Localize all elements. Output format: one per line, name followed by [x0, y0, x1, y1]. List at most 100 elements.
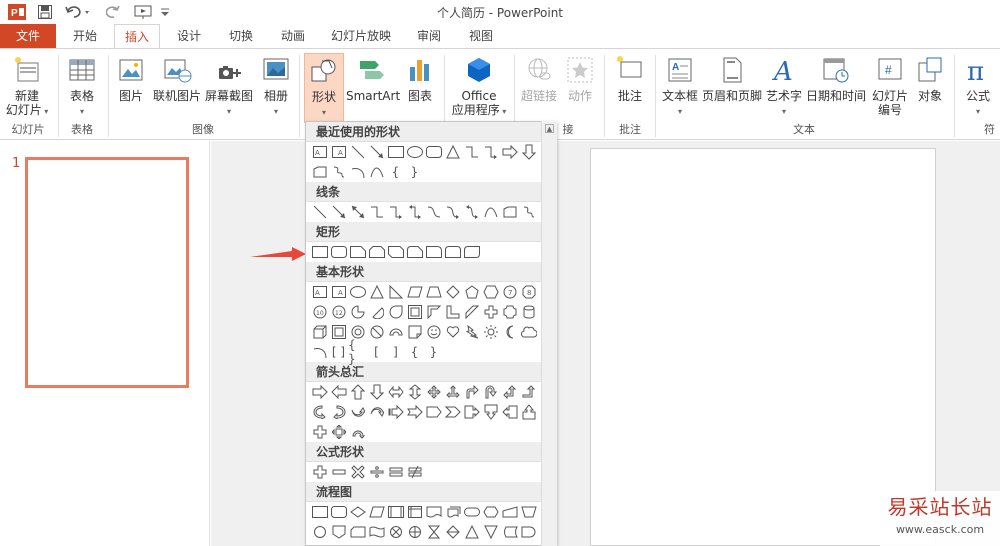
manual-input-shape-icon[interactable] — [500, 503, 519, 521]
double-arrow-line-shape-icon[interactable] — [348, 203, 367, 221]
frame-shape-icon[interactable] — [405, 303, 424, 321]
left-up-arrow-shape-icon[interactable] — [500, 383, 519, 401]
curved-arrow-connector-shape-icon[interactable] — [443, 203, 462, 221]
document-shape-icon[interactable] — [424, 503, 443, 521]
curved-down-arrow-shape-icon[interactable] — [367, 403, 386, 421]
merge-shape-icon[interactable] — [481, 523, 500, 541]
punched-tape-shape-icon[interactable] — [367, 523, 386, 541]
rectangle-shape-icon[interactable] — [386, 143, 405, 161]
connector-shape-icon[interactable] — [310, 523, 329, 541]
textbox-shape-icon[interactable]: A — [310, 143, 329, 161]
up-arrow-shape-icon[interactable] — [348, 383, 367, 401]
hyperlink-button[interactable]: 超链接 — [518, 53, 560, 123]
round-same-side-rectangle-shape-icon[interactable] — [443, 243, 462, 261]
tab-insert[interactable]: 插入 — [114, 24, 160, 49]
block-arc-shape-icon[interactable] — [386, 323, 405, 341]
chart-button[interactable]: 图表 — [402, 53, 438, 123]
left-right-arrow-shape-icon[interactable] — [386, 383, 405, 401]
round-single-corner-rectangle-shape-icon[interactable] — [424, 243, 443, 261]
tab-view[interactable]: 视图 — [458, 24, 504, 48]
scribble-shape-icon[interactable] — [519, 203, 538, 221]
freeform-shape-icon[interactable] — [329, 163, 348, 181]
right-triangle-shape-icon[interactable] — [386, 283, 405, 301]
triangle-shape-icon[interactable] — [443, 143, 462, 161]
plus-shape-icon[interactable] — [310, 463, 329, 481]
pentagon-arrow-shape-icon[interactable] — [424, 403, 443, 421]
left-brace-shape-icon[interactable]: { — [405, 343, 424, 361]
freeform-shape-icon[interactable] — [500, 203, 519, 221]
rounded-rectangle-shape-icon[interactable] — [329, 243, 348, 261]
cross-shape-icon[interactable] — [481, 303, 500, 321]
right-brace-shape-icon[interactable]: } — [405, 163, 424, 181]
curved-double-arrow-shape-icon[interactable] — [462, 203, 481, 221]
online-picture-button[interactable]: 联机图片 — [152, 53, 202, 123]
extract-shape-icon[interactable] — [462, 523, 481, 541]
quad-arrow-shape-icon[interactable] — [424, 383, 443, 401]
round-diagonal-rectangle-shape-icon[interactable] — [462, 243, 481, 261]
down-arrow-shape-icon[interactable] — [367, 383, 386, 401]
action-button[interactable]: 动作 — [562, 53, 598, 123]
comment-button[interactable]: 批注 — [610, 53, 650, 123]
minus-shape-icon[interactable] — [329, 463, 348, 481]
screenshot-button[interactable]: 屏幕截图 ▾ — [204, 53, 254, 123]
notched-right-arrow-shape-icon[interactable] — [405, 403, 424, 421]
pentagon-shape-icon[interactable] — [462, 283, 481, 301]
double-brace-shape-icon[interactable]: { } — [348, 338, 367, 366]
data-shape-icon[interactable] — [367, 503, 386, 521]
line-shape-icon[interactable] — [348, 143, 367, 161]
multiply-shape-icon[interactable] — [348, 463, 367, 481]
right-arrow-shape-icon[interactable] — [500, 143, 519, 161]
current-slide[interactable] — [590, 148, 936, 546]
vertical-textbox-shape-icon[interactable]: A — [329, 283, 348, 301]
tab-review[interactable]: 审阅 — [406, 24, 452, 48]
summing-junction-shape-icon[interactable] — [386, 523, 405, 541]
smartart-button[interactable]: SmartArt — [346, 53, 400, 123]
manual-operation-shape-icon[interactable] — [519, 503, 538, 521]
cube-shape-icon[interactable] — [310, 323, 329, 341]
moon-shape-icon[interactable] — [500, 323, 519, 341]
predefined-process-shape-icon[interactable] — [386, 503, 405, 521]
double-bracket-shape-icon[interactable]: [ ] — [329, 343, 348, 361]
header-footer-button[interactable]: 页眉和页脚 — [700, 53, 764, 123]
slide-number-button[interactable]: # 幻灯片 编号 — [868, 53, 912, 123]
snip-round-rectangle-shape-icon[interactable] — [405, 243, 424, 261]
elbow-connector-shape-icon[interactable] — [367, 203, 386, 221]
decagon-shape-icon[interactable]: 10 — [310, 303, 329, 321]
shapes-button[interactable]: 形状 ▾ — [304, 53, 344, 123]
vertical-textbox-shape-icon[interactable]: A — [329, 143, 348, 161]
oval-shape-icon[interactable] — [348, 283, 367, 301]
circular-arrow-shape-icon[interactable] — [348, 423, 367, 441]
off-page-connector-shape-icon[interactable] — [329, 523, 348, 541]
new-slide-button[interactable]: 新建 幻灯片 ▾ — [2, 53, 52, 123]
terminator-shape-icon[interactable] — [462, 503, 481, 521]
bevel-shape-icon[interactable] — [329, 323, 348, 341]
u-turn-arrow-shape-icon[interactable] — [481, 383, 500, 401]
dodecagon-shape-icon[interactable]: 12 — [329, 303, 348, 321]
diamond-shape-icon[interactable] — [443, 283, 462, 301]
curved-up-arrow-shape-icon[interactable] — [348, 403, 367, 421]
rectangle-shape-icon[interactable] — [310, 243, 329, 261]
gallery-scrollbar[interactable]: ▲ — [541, 121, 557, 546]
album-button[interactable]: 相册 ▾ — [258, 53, 294, 123]
preparation-shape-icon[interactable] — [481, 503, 500, 521]
lightning-bolt-shape-icon[interactable] — [462, 323, 481, 341]
curve-shape-icon[interactable] — [367, 163, 386, 181]
tab-design[interactable]: 设计 — [166, 24, 212, 48]
snip-corner-rectangle-shape-icon[interactable] — [348, 243, 367, 261]
tab-transitions[interactable]: 切换 — [218, 24, 264, 48]
elbow-double-arrow-shape-icon[interactable] — [405, 203, 424, 221]
snip-diagonal-rectangle-shape-icon[interactable] — [386, 243, 405, 261]
picture-button[interactable]: 图片 — [114, 53, 148, 123]
arc-shape-icon[interactable] — [348, 163, 367, 181]
flowchart-shape-icon[interactable] — [310, 163, 329, 181]
left-bracket-shape-icon[interactable]: [ — [367, 343, 386, 361]
cloud-shape-icon[interactable] — [519, 323, 538, 341]
heptagon-shape-icon[interactable]: 7 — [500, 283, 519, 301]
equal-shape-icon[interactable] — [386, 463, 405, 481]
quad-arrow-callout-shape-icon[interactable] — [329, 423, 348, 441]
formula-button[interactable]: π 公式 ▾ — [958, 53, 998, 123]
parallelogram-shape-icon[interactable] — [405, 283, 424, 301]
textbox-button[interactable]: A 文本框 ▾ — [660, 53, 700, 123]
pie-shape-icon[interactable] — [348, 303, 367, 321]
plaque-shape-icon[interactable] — [500, 303, 519, 321]
